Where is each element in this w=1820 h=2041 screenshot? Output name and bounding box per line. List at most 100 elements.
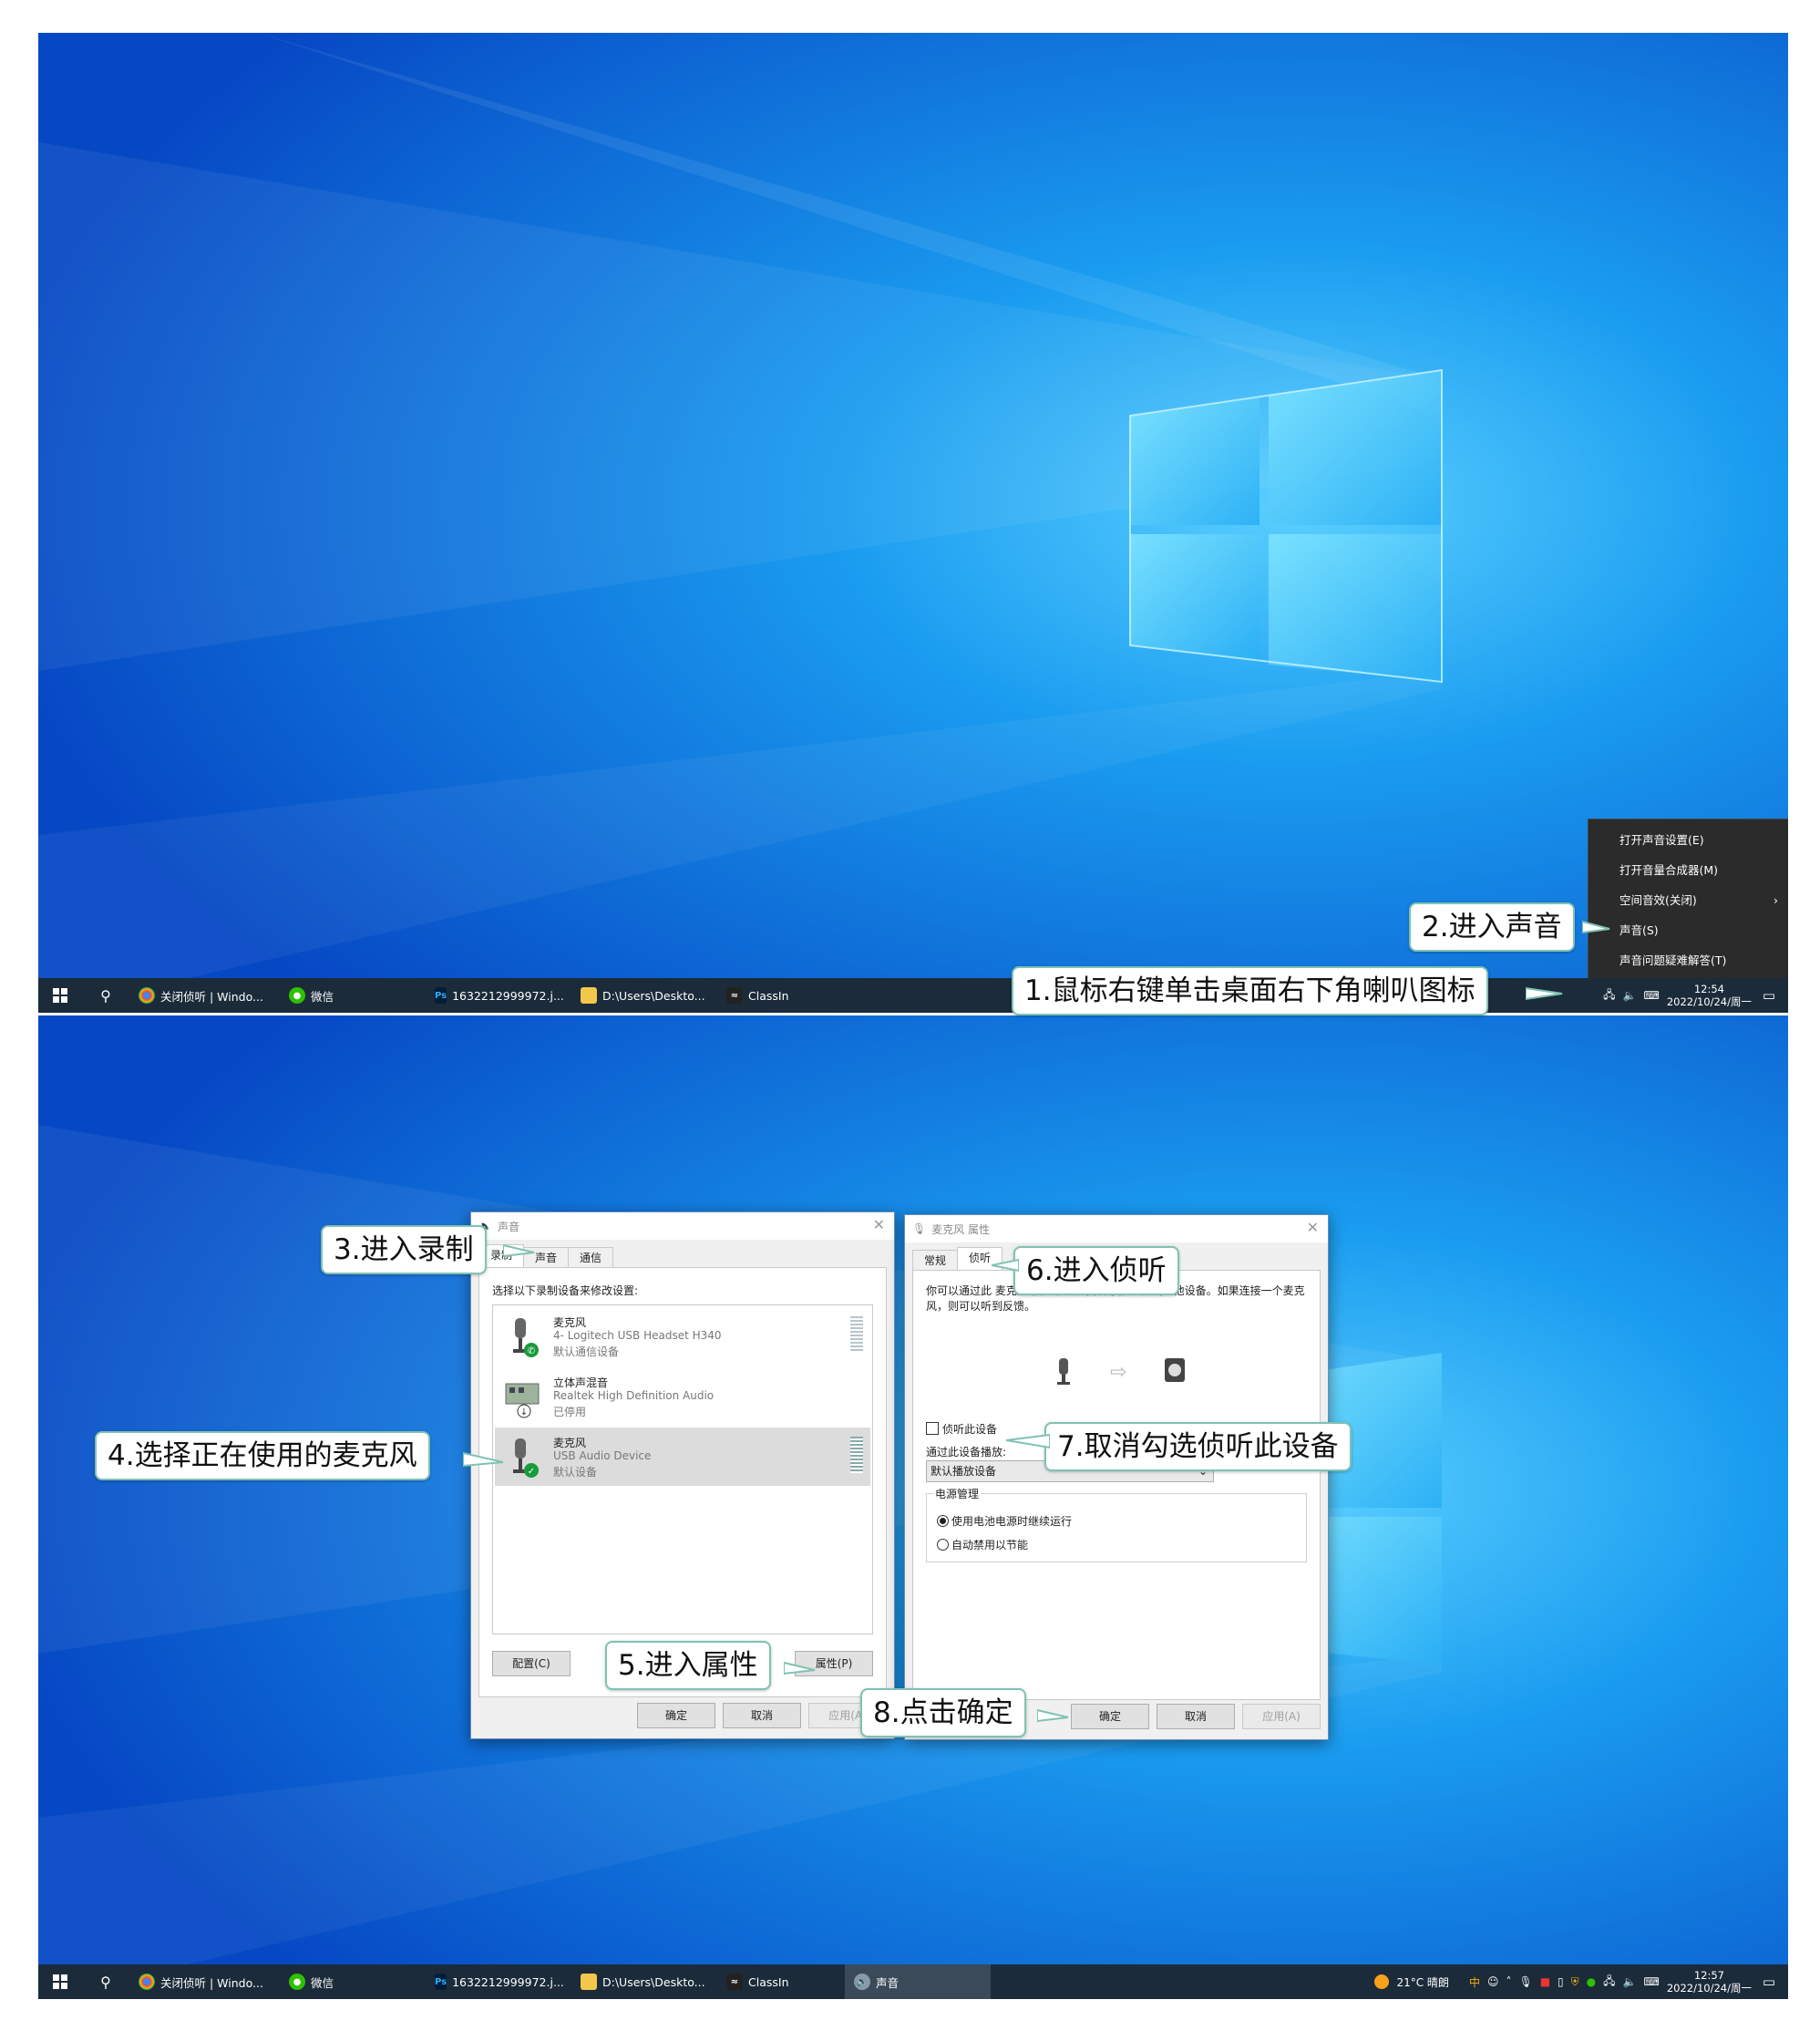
callout-step-5: 5.进入属性 — [605, 1641, 771, 1690]
listen-checkbox[interactable] — [926, 1422, 939, 1435]
speaker-icon[interactable]: 🔈 — [1623, 989, 1637, 1002]
photoshop-icon: Ps — [435, 987, 447, 1004]
device-name: 立体声混音 — [553, 1376, 609, 1389]
ok-button[interactable]: 确定 — [1071, 1704, 1149, 1729]
close-icon[interactable]: ✕ — [873, 1216, 885, 1233]
device-item-stereo-mix[interactable]: ↓ 立体声混音 Realtek High Definition Audio 已停… — [495, 1367, 870, 1426]
svg-text:⇨: ⇨ — [1110, 1361, 1126, 1384]
menu-item-label: 声音(S) — [1619, 923, 1659, 937]
callout-arrow-6 — [992, 1258, 1019, 1273]
callout-step-7: 7.取消勾选侦听此设备 — [1044, 1422, 1352, 1471]
device-status: 默认通信设备 — [553, 1345, 620, 1358]
microphone-icon[interactable]: 🎙 — [1518, 1975, 1532, 1988]
taskbar-app-label: 声音 — [876, 1975, 900, 1990]
speaker-icon[interactable]: 🔈 — [1623, 1975, 1637, 1988]
device-name: 麦克风 — [553, 1316, 587, 1329]
tab-bar: 常规 侦听 — [912, 1247, 1003, 1271]
taskbar-app-label: ClassIn — [748, 988, 789, 1003]
clock[interactable]: 12:54 2022/10/24/周一 — [1667, 983, 1752, 1008]
clock[interactable]: 12:57 2022/10/24/周一 — [1667, 1969, 1752, 1995]
dialog-title: 麦克风 属性 — [931, 1222, 991, 1236]
callout-arrow-5 — [784, 1661, 816, 1675]
wechat-icon: ● — [289, 1974, 305, 1990]
menu-item-volume-mixer[interactable]: 打开音量合成器(M) — [1589, 855, 1788, 885]
search-button[interactable]: ⚲ — [82, 978, 129, 1013]
taskbar-app-photoshop[interactable]: Ps 1632212999972.j... — [426, 1964, 571, 1999]
device-item-usb-mic[interactable]: ✓ 麦克风 USB Audio Device 默认设备 — [495, 1428, 870, 1486]
taskbar-app-label: 微信 — [311, 1975, 334, 1990]
device-description: Realtek High Definition Audio — [553, 1389, 715, 1402]
taskbar-app-wechat[interactable]: ● 微信 — [280, 1964, 426, 1999]
weather-text[interactable]: 21°C 晴朗 — [1396, 1974, 1448, 1990]
taskbar-app-label: 1632212999972.j... — [452, 988, 564, 1003]
taskbar-app-label: 微信 — [311, 989, 334, 1004]
tab-communications[interactable]: 通信 — [568, 1247, 614, 1268]
taskbar-app-label: 关闭侦听 | Windo... — [160, 989, 263, 1004]
taskbar-app-label: D:\Users\Deskto... — [602, 1974, 705, 1989]
cancel-button[interactable]: 取消 — [723, 1703, 801, 1728]
chevron-up-icon[interactable]: ˄ — [1506, 1975, 1511, 1988]
radio-keep-running[interactable] — [937, 1515, 949, 1527]
ok-button[interactable]: 确定 — [637, 1703, 715, 1728]
weather-icon — [1374, 1974, 1390, 1989]
power-group-label: 电源管理 — [933, 1486, 982, 1501]
notification-icon[interactable]: ▭ — [1759, 1974, 1779, 1990]
shield-icon[interactable]: ■ — [1540, 1975, 1550, 1988]
taskbar-app-explorer[interactable]: D:\Users\Deskto... — [571, 1964, 717, 1999]
system-tray: 21°C 晴朗 中 ☺ ˄ 🎙 ■ ▯ ⛨ ● 🖧 🔈 ⌨ 12:57 2022/… — [1374, 1964, 1788, 1999]
taskbar-app-sound[interactable]: 🔈 声音 — [845, 1964, 991, 1999]
cancel-button[interactable]: 取消 — [1157, 1704, 1235, 1729]
dialog-titlebar: 🎙 麦克风 属性 ✕ — [905, 1215, 1328, 1242]
configure-button[interactable]: 配置(C) — [492, 1651, 571, 1676]
notification-icon[interactable]: ▭ — [1759, 987, 1779, 1004]
menu-item-spatial-sound[interactable]: 空间音效(关闭) › — [1589, 885, 1788, 915]
playback-label: 通过此设备播放: — [926, 1446, 1007, 1459]
level-meter — [850, 1437, 863, 1473]
apply-button[interactable]: 应用(A) — [1242, 1704, 1321, 1729]
app-tray-icon[interactable]: ☺ — [1487, 1975, 1499, 1988]
microphone-icon: ✆ — [513, 1318, 539, 1357]
taskbar-app-chrome[interactable]: 关闭侦听 | Windo... — [129, 1964, 280, 1999]
taskbar-app-chrome[interactable]: 关闭侦听 | Windo... — [129, 978, 280, 1013]
wechat-tray-icon[interactable]: ● — [1587, 1975, 1596, 1988]
windows-logo-icon — [53, 988, 67, 1003]
callout-arrow-4 — [463, 1451, 504, 1468]
taskbar-app-wechat[interactable]: ● 微信 — [280, 978, 426, 1013]
taskbar-app-classin[interactable]: ≈ ClassIn — [717, 1964, 845, 1999]
menu-item-open-sound-settings[interactable]: 打开声音设置(E) — [1589, 825, 1788, 855]
keyboard-icon[interactable]: ⌨ — [1644, 1975, 1660, 1988]
radio-keep-running-label: 使用电池电源时继续运行 — [951, 1515, 1073, 1528]
callout-step-1: 1.鼠标右键单击桌面右下角喇叭图标 — [1012, 966, 1488, 1015]
taskbar-app-classin[interactable]: ≈ ClassIn — [717, 978, 845, 1013]
classin-icon: ≈ — [726, 1974, 743, 1990]
menu-item-label: 空间音效(关闭) — [1619, 893, 1697, 907]
tab-general[interactable]: 常规 — [912, 1250, 959, 1271]
instruction-text: 选择以下录制设备来修改设置: — [492, 1284, 639, 1297]
battery-icon[interactable]: ▯ — [1558, 1975, 1564, 1988]
search-icon: ⚲ — [100, 986, 111, 1005]
start-button[interactable] — [38, 1964, 82, 1999]
taskbar-app-label: ClassIn — [748, 1974, 789, 1989]
taskbar-app-photoshop[interactable]: Ps 1632212999972.j... — [426, 978, 571, 1013]
callout-arrow-1 — [1526, 986, 1563, 1001]
close-icon[interactable]: ✕ — [1307, 1219, 1319, 1236]
callout-arrow-7 — [1006, 1433, 1050, 1449]
keyboard-icon[interactable]: ⌨ — [1644, 989, 1660, 1002]
wechat-icon: ● — [289, 987, 305, 1004]
microphone-icon: 🎙 — [912, 1222, 927, 1235]
start-button[interactable] — [38, 978, 82, 1013]
device-item-headset-mic[interactable]: ✆ 麦克风 4- Logitech USB Headset H340 默认通信设… — [495, 1307, 870, 1366]
device-list: ✆ 麦克风 4- Logitech USB Headset H340 默认通信设… — [492, 1304, 873, 1634]
radio-auto-disable[interactable] — [937, 1539, 949, 1551]
menu-item-troubleshoot[interactable]: 声音问题疑难解答(T) — [1589, 945, 1788, 975]
menu-item-label: 声音问题疑难解答(T) — [1619, 953, 1727, 967]
radio-auto-disable-label: 自动禁用以节能 — [951, 1539, 1029, 1551]
input-method-icon[interactable]: 中 — [1469, 1974, 1480, 1990]
taskbar-app-explorer[interactable]: D:\Users\Deskto... — [571, 978, 717, 1013]
playback-device-value: 默认播放设备 — [931, 1465, 997, 1478]
search-button[interactable]: ⚲ — [82, 1964, 129, 1999]
network-icon[interactable]: 🖧 — [1603, 986, 1615, 1005]
security-icon[interactable]: ⛨ — [1571, 1975, 1579, 1989]
sound-card-icon: ↓ — [505, 1383, 540, 1418]
network-icon[interactable]: 🖧 — [1603, 1973, 1615, 1992]
